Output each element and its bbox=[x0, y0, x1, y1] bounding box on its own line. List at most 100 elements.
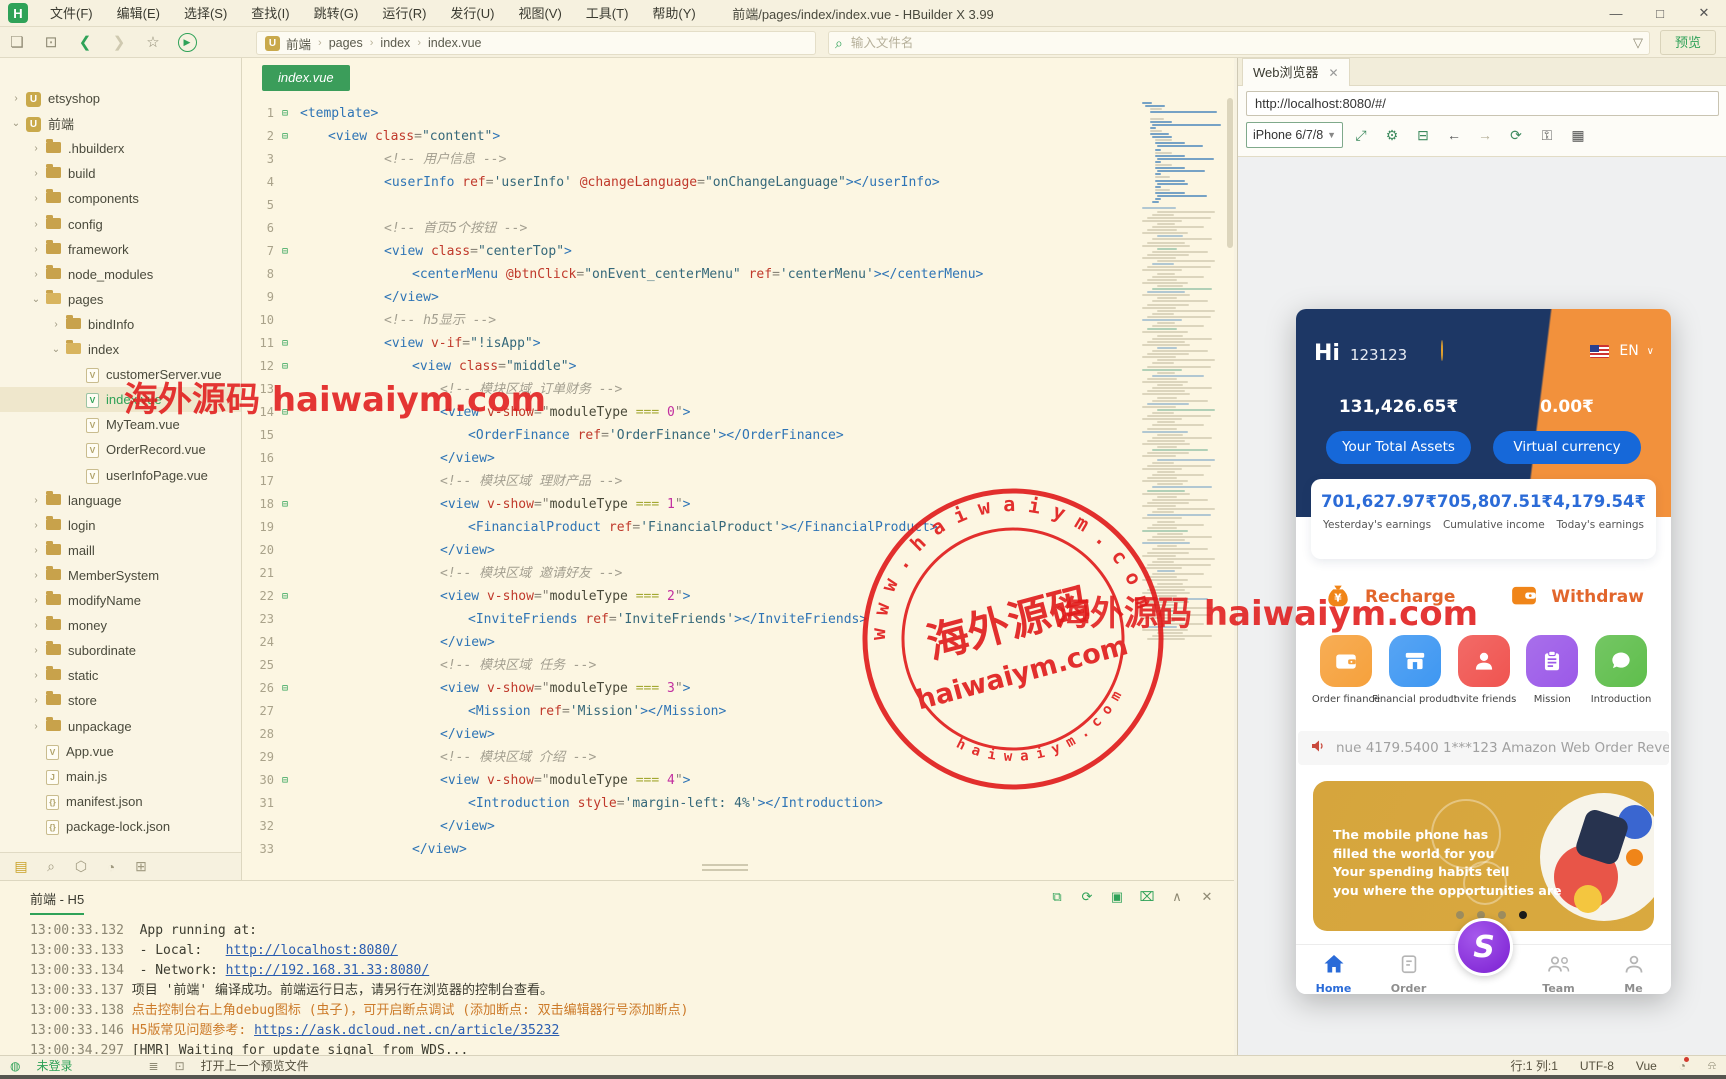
line-number[interactable]: 4 bbox=[242, 171, 274, 194]
code-line[interactable]: 25 <!-- 模块区域 任务 --> bbox=[242, 654, 1142, 677]
sync-history-icon[interactable]: ◔ bbox=[1679, 1056, 1690, 1073]
breadcrumb-part[interactable]: index.vue bbox=[428, 36, 482, 50]
lock-icon[interactable]: ⚿ bbox=[1534, 127, 1560, 144]
line-number[interactable]: 2 bbox=[242, 125, 274, 148]
code-line[interactable]: 27 <Mission ref='Mission'></Mission> bbox=[242, 700, 1142, 723]
favorite-star-icon[interactable]: ☆ bbox=[136, 33, 170, 51]
editor-scrollbar[interactable] bbox=[1226, 98, 1234, 838]
line-number[interactable]: 23 bbox=[242, 608, 274, 631]
code-line[interactable]: 11 ⊟ <view v-if="!isApp"> bbox=[242, 332, 1142, 355]
tree-arrow-icon[interactable]: › bbox=[30, 244, 42, 255]
code-line[interactable]: 33 </view> bbox=[242, 838, 1142, 856]
nav-back-icon[interactable]: ← bbox=[1441, 127, 1467, 144]
fold-marker-icon[interactable]: ⊟ bbox=[282, 493, 294, 516]
code-line[interactable]: 30 ⊟ <view v-show="moduleType === 4"> bbox=[242, 769, 1142, 792]
code-area[interactable]: 1 ⊟ <template> 2 ⊟ <view class="content"> 3 <!-… bbox=[242, 98, 1142, 856]
tree-item-OrderRecordvue[interactable]: V OrderRecord.vue bbox=[0, 437, 241, 462]
find-in-files-icon[interactable]: ⌕ bbox=[36, 858, 66, 875]
tree-item-store[interactable]: › store bbox=[0, 688, 241, 713]
line-number[interactable]: 24 bbox=[242, 631, 274, 654]
tree-arrow-icon[interactable]: › bbox=[30, 721, 42, 732]
line-number[interactable]: 30 bbox=[242, 769, 274, 792]
fold-marker-icon[interactable]: ⊟ bbox=[282, 401, 294, 424]
log-link[interactable]: http://192.168.31.33:8080/ bbox=[226, 963, 430, 978]
tree-item-components[interactable]: › components bbox=[0, 186, 241, 211]
fold-marker-icon[interactable]: ⊟ bbox=[282, 769, 294, 792]
tree-arrow-icon[interactable]: ⌄ bbox=[30, 294, 42, 305]
tree-item-MyTeamvue[interactable]: V MyTeam.vue bbox=[0, 412, 241, 437]
line-number[interactable]: 7 bbox=[242, 240, 274, 263]
search-input[interactable] bbox=[848, 35, 1633, 51]
tree-item-config[interactable]: › config bbox=[0, 212, 241, 237]
device-select[interactable]: iPhone 6/7/8 ▼ bbox=[1246, 122, 1343, 148]
terminal-icon[interactable]: ⊡ bbox=[175, 1059, 185, 1073]
tree-item-etsyshop[interactable]: › Uetsyshop bbox=[0, 86, 241, 111]
tree-item-MemberSystem[interactable]: › MemberSystem bbox=[0, 563, 241, 588]
code-line[interactable]: 22 ⊟ <view v-show="moduleType === 2"> bbox=[242, 585, 1142, 608]
float-console-icon[interactable]: ⧉ bbox=[1042, 889, 1072, 905]
code-line[interactable]: 32 </view> bbox=[242, 815, 1142, 838]
tree-item-customerServervue[interactable]: VcustomerServer.vue bbox=[0, 362, 241, 387]
line-number[interactable]: 20 bbox=[242, 539, 274, 562]
tree-item-mainjs[interactable]: Jmain.js bbox=[0, 764, 241, 789]
nav-item-me[interactable]: Me bbox=[1596, 945, 1671, 995]
tree-arrow-icon[interactable]: › bbox=[30, 168, 42, 179]
line-number[interactable]: 21 bbox=[242, 562, 274, 585]
tree-item-login[interactable]: › login bbox=[0, 513, 241, 538]
code-line[interactable]: 2 ⊟ <view class="content"> bbox=[242, 125, 1142, 148]
tree-item-hbuilderx[interactable]: › .hbuilderx bbox=[0, 136, 241, 161]
stop-icon[interactable]: ▣ bbox=[1102, 889, 1132, 905]
line-number[interactable]: 27 bbox=[242, 700, 274, 723]
close-console-icon[interactable]: ✕ bbox=[1192, 889, 1222, 905]
tree-item-Appvue[interactable]: V App.vue bbox=[0, 739, 241, 764]
withdraw-button[interactable]: Withdraw bbox=[1509, 580, 1644, 614]
code-line[interactable]: 14 ⊟ <view v-show="moduleType === 0"> bbox=[242, 401, 1142, 424]
minimap[interactable] bbox=[1140, 98, 1226, 798]
promo-banner[interactable]: The mobile phone has filled the world for… bbox=[1313, 781, 1654, 931]
new-file-icon[interactable]: ❏ bbox=[0, 33, 34, 51]
banner-pagination[interactable] bbox=[1456, 911, 1540, 919]
maximize-button[interactable]: □ bbox=[1638, 0, 1682, 26]
line-number[interactable]: 31 bbox=[242, 792, 274, 815]
tree-item-pages[interactable]: ⌄ pages bbox=[0, 287, 241, 312]
pagination-dot[interactable] bbox=[1519, 911, 1527, 919]
menu-item[interactable]: 视图(V) bbox=[506, 6, 573, 21]
line-number[interactable]: 8 bbox=[242, 263, 274, 286]
encoding[interactable]: UTF-8 bbox=[1580, 1059, 1614, 1073]
code-line[interactable]: 29 <!-- 模块区域 介绍 --> bbox=[242, 746, 1142, 769]
virtual-currency-tab[interactable]: Virtual currency bbox=[1493, 431, 1641, 464]
forward-icon[interactable]: ❯ bbox=[102, 33, 136, 51]
fold-marker-icon[interactable]: ⊟ bbox=[282, 102, 294, 125]
menu-item[interactable]: 发行(U) bbox=[438, 6, 506, 21]
fold-marker-icon[interactable]: ⊟ bbox=[282, 677, 294, 700]
code-line[interactable]: 28 </view> bbox=[242, 723, 1142, 746]
tree-item-static[interactable]: › static bbox=[0, 663, 241, 688]
line-number[interactable]: 15 bbox=[242, 424, 274, 447]
preview-button[interactable]: 预览 bbox=[1660, 30, 1716, 55]
close-tab-icon[interactable]: ✕ bbox=[1329, 66, 1339, 80]
code-line[interactable]: 26 ⊟ <view v-show="moduleType === 3"> bbox=[242, 677, 1142, 700]
line-number[interactable]: 18 bbox=[242, 493, 274, 516]
project-manager-icon[interactable]: ▤ bbox=[6, 858, 36, 875]
tree-arrow-icon[interactable]: › bbox=[30, 143, 42, 154]
line-number[interactable]: 13 bbox=[242, 378, 274, 401]
clear-icon[interactable]: ⌧ bbox=[1132, 889, 1162, 905]
app-shortcut-store[interactable]: Financial product bbox=[1372, 635, 1457, 719]
recharge-button[interactable]: ¥ Recharge bbox=[1323, 580, 1455, 614]
code-line[interactable]: 31 <Introduction style='margin-left: 4%'>… bbox=[242, 792, 1142, 815]
code-line[interactable]: 18 ⊟ <view v-show="moduleType === 1"> bbox=[242, 493, 1142, 516]
code-line[interactable]: 21 <!-- 模块区域 邀请好友 --> bbox=[242, 562, 1142, 585]
tree-arrow-icon[interactable]: › bbox=[30, 193, 42, 204]
code-line[interactable]: 17 <!-- 模块区域 理财产品 --> bbox=[242, 470, 1142, 493]
line-number[interactable]: 6 bbox=[242, 217, 274, 240]
tree-item-money[interactable]: › money bbox=[0, 613, 241, 638]
collapse-icon[interactable]: ∧ bbox=[1162, 889, 1192, 905]
tree-arrow-icon[interactable]: › bbox=[30, 620, 42, 631]
fold-marker-icon[interactable]: ⊟ bbox=[282, 125, 294, 148]
app-shortcut-clipboard[interactable]: Mission bbox=[1524, 635, 1580, 719]
tree-item-maill[interactable]: › maill bbox=[0, 538, 241, 563]
tree-arrow-icon[interactable]: › bbox=[50, 319, 62, 330]
line-number[interactable]: 19 bbox=[242, 516, 274, 539]
line-number[interactable]: 1 bbox=[242, 102, 274, 125]
tree-arrow-icon[interactable]: › bbox=[30, 595, 42, 606]
